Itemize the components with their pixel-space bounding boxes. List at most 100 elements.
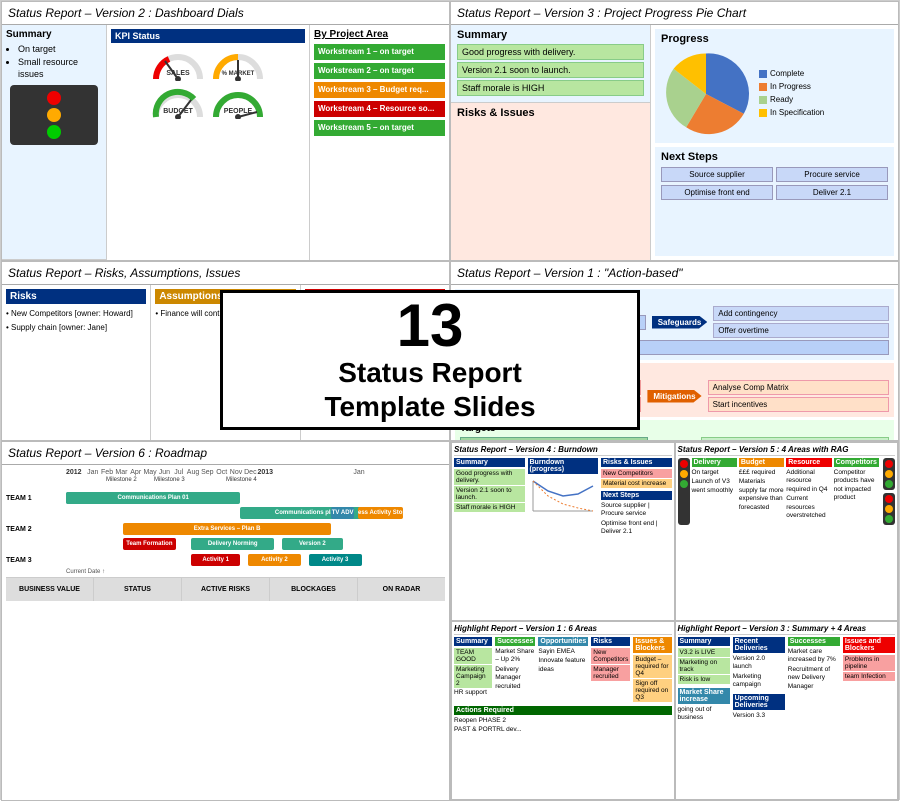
mini-summary-0: Good progress with delivery. <box>454 469 525 485</box>
s4-summary-0: V3.2 is LIVE <box>678 648 730 657</box>
h6-summary-0: TEAM GOOD <box>454 648 492 664</box>
panel-v2: Status Report – Version 2 : Dashboard Di… <box>1 1 450 261</box>
safeguard-items: Add contingency Offer overtime <box>713 306 889 338</box>
team-2-track: Extra Services – Plan B <box>66 522 445 536</box>
mini-body-rag: Delivery On target Launch of V3 went smo… <box>678 458 896 525</box>
s4-market-header: Market Share increase going out of busin… <box>678 688 730 723</box>
mini-header-rag: Status Report – Version 5 : 4 Areas with… <box>678 445 896 456</box>
overlay-number: 13 <box>397 296 464 356</box>
v2-version: – Version 2 : Dashboard Dials <box>85 6 244 20</box>
activity-1-bar: Activity 1 <box>191 554 240 566</box>
safeguard-0: Add contingency <box>713 306 889 321</box>
mini-col-h6-opps: Opportunities Sayin EMEA Innovate featur… <box>538 637 588 703</box>
mini-tl-green-3 <box>885 515 893 523</box>
overlay-line2: Template Slides <box>324 390 535 424</box>
dial-budget: BUDGET <box>151 85 205 119</box>
ns-item-3: Deliver 2.1 <box>776 185 888 200</box>
action-version: – Version 1 : "Action-based" <box>534 266 683 280</box>
h6-summary-1: Marketing Campaign 2 <box>454 665 492 688</box>
h6-success-0: Market Share – Up 2% <box>495 648 535 665</box>
team-1-section: TEAM 1 PRESS LAUNCH Communications Plan … <box>6 491 445 520</box>
action-header: Status Report – Version 1 : "Action-base… <box>451 262 898 285</box>
s4-summary-1: Marketing on track <box>678 658 730 674</box>
mini-tl-green <box>680 480 688 488</box>
title-overlay: 13 Status Report Template Slides <box>220 290 640 430</box>
s4-upcoming-0: Version 3.3 <box>733 712 785 720</box>
mitigation-0: Analyse Comp Matrix <box>708 380 889 395</box>
mini-header-h6: Highlight Report – Version 1 : 6 Areas <box>454 624 672 635</box>
mini-burndown-title: Burndown (progress) <box>528 458 599 474</box>
v3-header: Status Report – Version 3 : Project Prog… <box>451 2 898 25</box>
dial-people: PEOPLE <box>211 85 265 119</box>
team-1-track: PRESS LAUNCH Communications Plan 01 <box>66 491 445 505</box>
safeguard-1: Offer overtime <box>713 323 889 338</box>
s4-success-1: Recruitment of new Delivery Manager <box>788 666 840 691</box>
month-apr: Apr <box>129 469 143 476</box>
s4-summary-2: Risk is low <box>678 675 730 684</box>
roadmap-title: Status Report <box>8 446 81 460</box>
v2-summary-title: Summary <box>6 29 102 40</box>
mini-tl-red <box>680 460 688 468</box>
action-title: Status Report <box>457 266 530 280</box>
risks-col-0: Risks • New Competitors [owner: Howard] … <box>2 285 151 440</box>
mini-header-burndown: Status Report – Version 4 : Burndown <box>454 445 672 456</box>
budget-item-0: £££ required <box>739 469 784 477</box>
dial-market: % MARKET <box>211 47 265 81</box>
burndown-chart <box>528 476 598 516</box>
by-project-title: By Project Area <box>314 29 445 40</box>
svg-text:SALES: SALES <box>166 70 190 77</box>
mini-col-s4-successes: Successes Market care increased by 7% Re… <box>788 637 840 724</box>
mini-ns-1: Optimise front end | Deliver 2.1 <box>601 520 672 537</box>
competitors-title: Competitors <box>834 458 879 467</box>
dials-row-2: BUDGET PEOPLE <box>111 85 305 119</box>
s4-summary-title: Summary <box>678 637 730 646</box>
overlay-line1: Status Report <box>338 356 522 390</box>
mini-col-h6-actions: Actions Required Reopen PHASE 2 PAST & P… <box>454 706 672 736</box>
mini-col-h6-summary: Summary TEAM GOOD Marketing Campaign 2 H… <box>454 637 492 703</box>
dials-row: SALES % MARKET <box>111 47 305 81</box>
mini-risk-1: Material cost increase <box>601 479 672 488</box>
dial-sales: SALES <box>151 47 205 81</box>
team-3-label: TEAM 3 <box>6 557 66 564</box>
mini-col-budget: Budget £££ required Materials supply far… <box>739 458 784 525</box>
action-items: Focus Teams Support HR <box>701 437 889 440</box>
press-activity-bar: Press Activity Stops <box>358 507 403 519</box>
h6-summary-2: HR support <box>454 689 492 697</box>
v2-summary-item-0: On target <box>18 43 102 56</box>
dial-people-svg: PEOPLE <box>211 85 265 119</box>
dial-sales-svg: SALES <box>151 47 205 81</box>
roadmap-version: – Version 6 : Roadmap <box>85 446 207 460</box>
resource-title: Resource <box>786 458 831 467</box>
version-2-bar: Version 2 <box>282 538 343 550</box>
v3-summary-item-0: Good progress with delivery. <box>457 44 644 60</box>
tv-advertising-bar: TV ADV <box>331 507 354 519</box>
v3-risks-title: Risks & Issues <box>457 107 644 119</box>
traffic-light <box>10 85 98 145</box>
target-row: Market Share – Up 2% Delivery Manager re… <box>460 437 889 440</box>
mini-summary-1: Version 2.1 soon to launch. <box>454 486 525 502</box>
h6-actions-title: Actions Required <box>454 706 672 715</box>
workstream-1: Workstream 1 – on target <box>314 44 445 60</box>
mini-panel-highlight-s4: Highlight Report – Version 3 : Summary +… <box>675 621 899 800</box>
h6-opps-title: Opportunities <box>538 637 588 646</box>
mini-tl-green-2 <box>885 480 893 488</box>
mini-col-summary-burndown: Summary Good progress with delivery. Ver… <box>454 458 525 538</box>
tl-red <box>47 91 61 105</box>
workstream-5: Workstream 5 – on target <box>314 120 445 136</box>
activity-3-bar: Activity 3 <box>309 554 362 566</box>
mini-body-s4: Summary V3.2 is LIVE Marketing on track … <box>678 637 896 724</box>
mini-traffic-light-rag-2 <box>883 458 895 490</box>
h6-action-0: Reopen PHASE 2 <box>454 717 672 725</box>
tl-amber <box>47 108 61 122</box>
h6-risk-1: Manager recruited <box>591 665 630 681</box>
delivery-item-0: On target <box>692 469 737 477</box>
risks-header: Status Report – Risks, Assumptions, Issu… <box>2 262 449 285</box>
kpi-status-label: KPI Status <box>111 29 305 43</box>
mini-col-competitors: Competitors Competitor products have not… <box>834 458 879 525</box>
v3-risks-box: Risks & Issues <box>451 103 650 260</box>
s4-recent-0: Version 2.0 launch <box>733 655 785 672</box>
mini-panel-rag: Status Report – Version 5 : 4 Areas with… <box>675 442 899 621</box>
milestones-row: Milestone 2 Milestone 3 Milestone 4 <box>6 477 445 491</box>
year-header: 2012 Jan Feb Mar Apr May Jun Jul Aug Sep… <box>6 469 445 476</box>
risks-item-0-1: • Supply chain [owner: Jane] <box>6 322 146 333</box>
